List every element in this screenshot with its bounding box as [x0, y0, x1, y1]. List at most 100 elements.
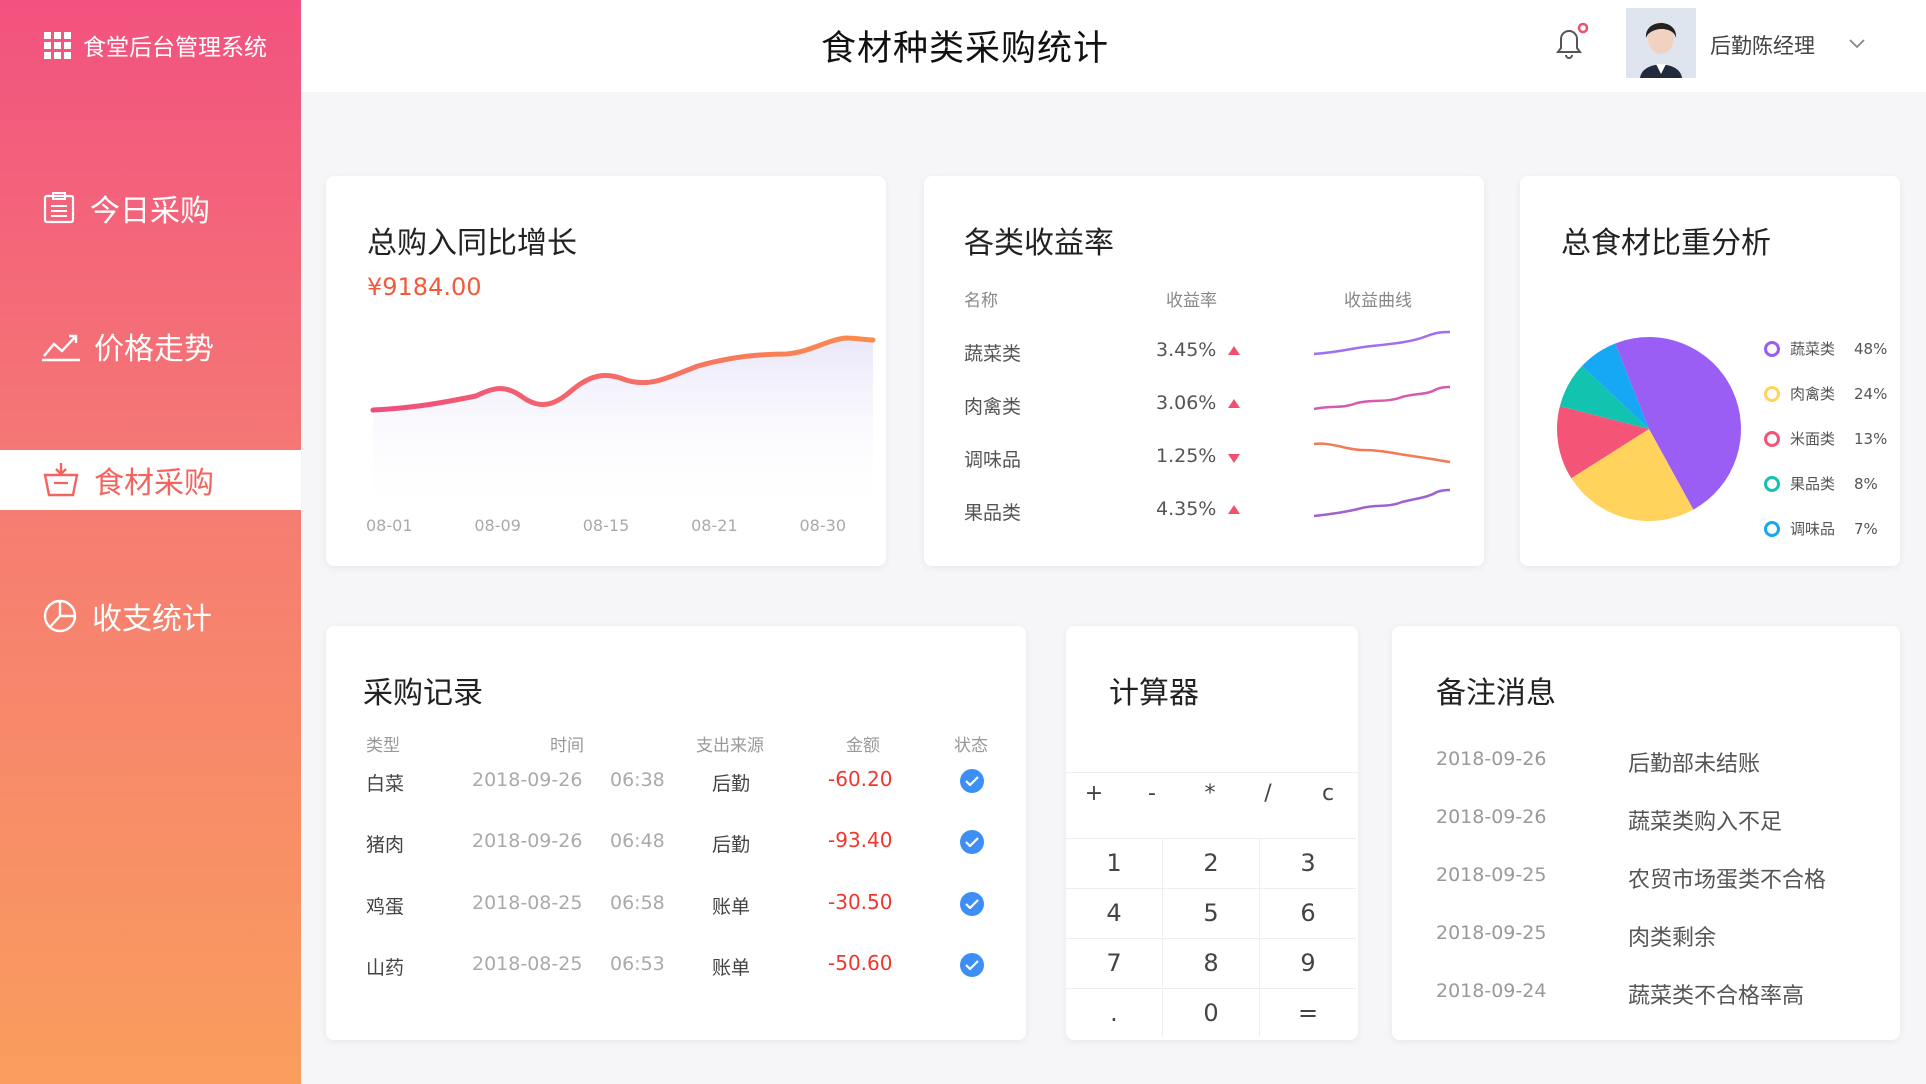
- record-date: 2018-08-25: [472, 953, 583, 975]
- profit-sparkline: [1313, 442, 1451, 464]
- ratio-card: 总食材比重分析 蔬菜类 48% 肉禽类 24% 米面类 13% 果品类 8% 调味品 7%: [1520, 176, 1900, 566]
- notes-card: 备注消息 2018-09-26 后勤部未结账 2018-09-26 蔬菜类购入不足 20…: [1392, 626, 1900, 1040]
- growth-x-axis: 08-01 08-09 08-15 08-21 08-30: [366, 516, 846, 535]
- note-item[interactable]: 2018-09-25 农贸市场蛋类不合格: [1392, 864, 1900, 900]
- calc-key[interactable]: 9: [1260, 938, 1356, 987]
- note-date: 2018-09-25: [1436, 864, 1547, 886]
- note-date: 2018-09-24: [1436, 980, 1547, 1002]
- calc-key[interactable]: 6: [1260, 888, 1356, 937]
- calc-op-key[interactable]: /: [1254, 781, 1282, 806]
- profit-row-name: 调味品: [964, 449, 1022, 471]
- record-type: 猪肉: [366, 834, 405, 856]
- note-item[interactable]: 2018-09-25 肉类剩余: [1392, 922, 1900, 958]
- record-source: 账单: [712, 896, 751, 918]
- sidebar-item-finance[interactable]: 收支统计: [0, 586, 301, 646]
- legend-value: 13%: [1854, 429, 1888, 448]
- note-item[interactable]: 2018-09-24 蔬菜类不合格率高: [1392, 980, 1900, 1016]
- note-item[interactable]: 2018-09-26 后勤部未结账: [1392, 748, 1900, 784]
- note-text: 肉类剩余: [1628, 926, 1717, 951]
- table-row[interactable]: 鸡蛋 2018-08-25 06:58 账单 -30.50: [326, 884, 1026, 924]
- calc-key[interactable]: 3: [1260, 838, 1356, 887]
- growth-amount: ¥9184.00: [367, 273, 482, 301]
- clipboard-icon: [43, 192, 75, 224]
- app-grid-icon: [44, 31, 71, 59]
- sidebar-item-today-purchase[interactable]: 今日采购: [0, 178, 301, 238]
- status-check-icon[interactable]: [960, 892, 984, 916]
- table-row[interactable]: 白菜 2018-09-26 06:38 后勤 -60.20: [326, 761, 1026, 801]
- record-clock: 06:58: [610, 892, 665, 914]
- calc-key[interactable]: 2: [1163, 838, 1260, 887]
- calc-key[interactable]: 0: [1163, 988, 1260, 1037]
- profit-row-name: 肉禽类: [964, 396, 1022, 418]
- legend-value: 7%: [1854, 519, 1878, 538]
- sidebar-item-price-trend[interactable]: 价格走势: [0, 316, 301, 376]
- table-row[interactable]: 猪肉 2018-09-26 06:48 后勤 -93.40: [326, 822, 1026, 862]
- legend-value: 8%: [1854, 474, 1878, 493]
- calc-op-key[interactable]: c: [1314, 781, 1342, 806]
- profit-card: 各类收益率 名称 收益率 收益曲线 蔬菜类 3.45% 肉禽类 3.06% 调味…: [924, 176, 1484, 566]
- calc-key[interactable]: 4: [1066, 888, 1163, 937]
- calc-op-key[interactable]: +: [1080, 781, 1108, 806]
- user-menu-chevron[interactable]: [1849, 34, 1865, 53]
- note-text: 后勤部未结账: [1628, 752, 1761, 777]
- chevron-down-icon: [1849, 39, 1865, 49]
- note-text: 农贸市场蛋类不合格: [1628, 868, 1827, 893]
- legend-item: 米面类 13%: [1764, 416, 1887, 461]
- legend-item: 肉禽类 24%: [1764, 371, 1887, 416]
- legend-item: 果品类 8%: [1764, 461, 1887, 506]
- legend-item: 蔬菜类 48%: [1764, 326, 1887, 371]
- legend-ring-icon: [1764, 475, 1780, 492]
- x-tick-label: 08-15: [582, 516, 630, 535]
- records-title: 采购记录: [363, 676, 483, 711]
- profit-row-name: 果品类: [964, 502, 1022, 524]
- profit-title: 各类收益率: [964, 226, 1114, 261]
- notification-dot: [1577, 22, 1589, 34]
- records-card: 采购记录 类型 时间 支出来源 金额 状态 白菜 2018-09-26 06:38 后…: [326, 626, 1026, 1040]
- note-item[interactable]: 2018-09-26 蔬菜类购入不足: [1392, 806, 1900, 842]
- legend-label: 调味品: [1790, 520, 1836, 538]
- legend-label: 肉禽类: [1790, 385, 1836, 403]
- calc-op-key[interactable]: -: [1138, 781, 1166, 806]
- record-date: 2018-09-26: [472, 769, 583, 791]
- table-row[interactable]: 山药 2018-08-25 06:53 账单 -50.60: [326, 945, 1026, 985]
- ratio-pie-chart: [1557, 337, 1741, 521]
- calc-key[interactable]: 5: [1163, 888, 1260, 937]
- record-amount: -50.60: [828, 951, 893, 975]
- profit-row-name: 蔬菜类: [964, 343, 1022, 365]
- status-check-icon[interactable]: [960, 953, 984, 977]
- calc-key[interactable]: .: [1066, 988, 1163, 1037]
- legend-label: 果品类: [1790, 475, 1836, 493]
- avatar[interactable]: [1626, 8, 1696, 78]
- record-clock: 06:53: [610, 953, 665, 975]
- notification-bell[interactable]: [1550, 22, 1590, 66]
- ratio-title: 总食材比重分析: [1561, 226, 1771, 261]
- legend-ring-icon: [1764, 340, 1780, 357]
- bell-icon: [1556, 22, 1589, 59]
- sidebar: 食堂后台管理系统 今日采购 价格走势 食材采购 收支统计: [0, 0, 301, 1084]
- profit-row-rate: 3.06%: [1156, 392, 1217, 414]
- status-check-icon[interactable]: [960, 830, 984, 854]
- legend-value: 48%: [1854, 339, 1888, 358]
- trend-up-icon: [1228, 505, 1240, 514]
- sidebar-item-ingredient-purchase[interactable]: 食材采购: [0, 450, 301, 510]
- profit-row-rate: 3.45%: [1156, 339, 1217, 361]
- status-check-icon[interactable]: [960, 769, 984, 793]
- calc-key[interactable]: 8: [1163, 938, 1260, 987]
- record-clock: 06:48: [610, 830, 665, 852]
- records-header-amount: 金额: [846, 736, 880, 756]
- record-date: 2018-09-26: [472, 830, 583, 852]
- calc-op-key[interactable]: *: [1196, 781, 1224, 806]
- username[interactable]: 后勤陈经理: [1710, 30, 1815, 60]
- calc-key[interactable]: 7: [1066, 938, 1163, 987]
- calc-key[interactable]: =: [1260, 988, 1356, 1037]
- record-type: 鸡蛋: [366, 896, 405, 918]
- records-header-source: 支出来源: [696, 736, 764, 756]
- page-title: 食材种类采购统计: [821, 29, 1110, 69]
- calc-key[interactable]: 1: [1066, 838, 1163, 887]
- trend-line-icon: [42, 334, 80, 362]
- notes-title: 备注消息: [1436, 676, 1556, 711]
- sidebar-item-label: 食材采购: [94, 466, 214, 501]
- x-tick-label: 08-09: [474, 516, 521, 535]
- trend-down-icon: [1228, 454, 1240, 463]
- record-type: 山药: [366, 957, 405, 979]
